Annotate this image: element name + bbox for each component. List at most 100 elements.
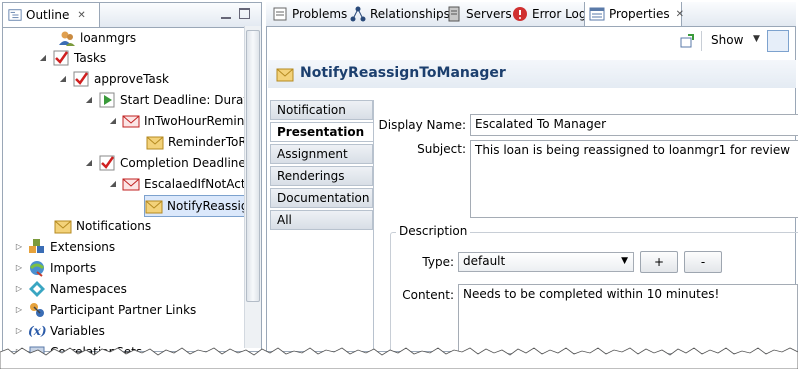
properties-toolbar: Show ▼	[267, 27, 795, 55]
tab-label: Problems	[292, 7, 348, 21]
tasks-icon	[53, 50, 69, 66]
side-tab-renderings[interactable]: Renderings	[270, 166, 373, 186]
tree-label: approveTask	[94, 72, 169, 86]
add-button[interactable]: +	[640, 251, 678, 273]
type-select-value: default	[463, 254, 506, 268]
type-label: Type:	[422, 255, 454, 269]
tab-relationships[interactable]: Relationships	[346, 2, 450, 26]
tree-label: ReminderToR	[168, 135, 247, 149]
tree-item-partner-links[interactable]: ▷ Participant Partner Links	[14, 300, 196, 320]
content-label: Content:	[402, 288, 454, 302]
subject-label: Subject:	[417, 142, 466, 156]
tree-item-loanmgrs[interactable]: loanmgrs	[58, 28, 136, 48]
escalation-icon	[122, 115, 140, 128]
tree-item-intwohourreminder[interactable]: ◢ InTwoHourRemind	[108, 111, 252, 131]
tab-outline-label: Outline	[26, 8, 70, 22]
view-menu-icon[interactable]	[767, 30, 789, 52]
tree-item-tasks[interactable]: ◢ Tasks	[38, 48, 106, 68]
tree-label: Namespaces	[50, 282, 127, 296]
notification-icon	[276, 68, 294, 82]
tree-item-imports[interactable]: ▷ Imports	[14, 258, 96, 278]
tree-label: Participant Partner Links	[50, 303, 197, 317]
show-button[interactable]: Show	[711, 33, 743, 47]
side-tab-divider	[373, 100, 374, 350]
tab-outline[interactable]: Outline ✕	[3, 3, 100, 27]
description-group-title: Description	[396, 224, 471, 238]
relationships-icon	[350, 6, 366, 22]
collapse-icon[interactable]: ◢	[108, 116, 118, 126]
side-tab-all[interactable]: All	[270, 210, 373, 230]
problems-icon	[273, 7, 287, 21]
pin-icon[interactable]	[679, 33, 695, 49]
tree-item-notifyreassign[interactable]: NotifyReassig	[144, 195, 249, 217]
display-name-label: Display Name:	[378, 118, 467, 132]
error-log-icon	[513, 7, 527, 21]
collapse-icon[interactable]: ◢	[84, 158, 94, 168]
tab-label: Error Log	[532, 7, 587, 21]
task-icon	[73, 71, 89, 87]
notification-icon	[54, 220, 72, 234]
subject-input[interactable]: This loan is being reassigned to loanmgr…	[470, 140, 798, 218]
type-select[interactable]: default ▼	[458, 252, 634, 272]
tree-label: Variables	[50, 324, 105, 338]
collapse-icon[interactable]: ◢	[58, 74, 68, 84]
tree-item-approvetask[interactable]: ◢ approveTask	[58, 69, 169, 89]
tree-label: Notifications	[76, 219, 152, 233]
minimize-icon[interactable]	[221, 7, 231, 19]
properties-title: NotifyReassignToManager	[300, 65, 506, 81]
remove-button[interactable]: -	[684, 251, 722, 273]
tab-servers[interactable]: Servers	[442, 2, 512, 26]
tree-label: NotifyReassig	[167, 199, 249, 213]
tree-item-namespaces[interactable]: ▷ Namespaces	[14, 279, 127, 299]
tree-label: Start Deadline: Duratio	[120, 93, 259, 107]
outline-view-icon	[8, 9, 22, 21]
properties-header: NotifyReassignToManager	[268, 60, 796, 88]
tree-item-notifications[interactable]: Notifications	[54, 216, 151, 236]
close-icon[interactable]: ✕	[77, 10, 85, 21]
tab-error-log[interactable]: Error Log	[508, 2, 587, 26]
outline-scrollbar-thumb[interactable]	[246, 30, 260, 302]
collapse-icon[interactable]: ◢	[38, 53, 48, 63]
collapse-icon[interactable]: ◢	[84, 95, 94, 105]
tab-label: Servers	[466, 7, 512, 21]
properties-icon	[589, 7, 605, 21]
expand-icon[interactable]: ▷	[14, 284, 24, 294]
partner-links-icon	[30, 303, 44, 317]
users-icon	[59, 31, 75, 46]
side-tab-notification[interactable]: Notification	[270, 100, 373, 120]
tree-item-remindertor[interactable]: ReminderToR	[146, 132, 247, 152]
tree-item-extensions[interactable]: ▷ Extensions	[14, 237, 115, 257]
tree-item-start-deadline[interactable]: ◢ Start Deadline: Duratio	[84, 90, 259, 110]
close-icon[interactable]: ✕	[676, 9, 684, 20]
tree-label: InTwoHourRemind	[144, 114, 252, 128]
chevron-down-icon[interactable]: ▼	[753, 34, 760, 44]
maximize-icon[interactable]	[239, 8, 250, 19]
collapse-icon[interactable]: ◢	[108, 179, 118, 189]
tree-item-completion-deadline[interactable]: ◢ Completion Deadline:	[84, 153, 250, 173]
notification-icon	[145, 200, 163, 214]
expand-icon[interactable]: ▷	[14, 305, 24, 315]
notification-icon	[146, 136, 164, 150]
side-tab-documentation[interactable]: Documentation	[270, 188, 373, 208]
side-tab-presentation[interactable]: Presentation	[270, 122, 373, 142]
side-tab-assignment[interactable]: Assignment	[270, 144, 373, 164]
tree-item-escalaedifnotacted[interactable]: ◢ EscalaedIfNotActe	[108, 174, 253, 194]
expand-icon[interactable]: ▷	[14, 326, 24, 336]
imports-icon	[29, 261, 45, 277]
chevron-down-icon: ▼	[621, 256, 628, 266]
tab-properties[interactable]: Properties ✕	[584, 2, 684, 26]
completion-deadline-icon	[99, 155, 115, 171]
servers-icon	[448, 6, 460, 22]
tree-label: Tasks	[74, 51, 107, 65]
tree-label: EscalaedIfNotActe	[144, 177, 253, 191]
views-tabbar: Problems Relationships Servers Error Log…	[266, 2, 796, 27]
tab-label: Properties	[609, 7, 670, 21]
torn-edge	[0, 347, 798, 369]
expand-icon[interactable]: ▷	[14, 242, 24, 252]
tree-label: Imports	[50, 261, 97, 275]
namespaces-icon	[29, 281, 45, 297]
outline-tabbar: Outline ✕	[3, 3, 261, 28]
expand-icon[interactable]: ▷	[14, 263, 24, 273]
tab-problems[interactable]: Problems	[268, 2, 347, 26]
display-name-input[interactable]: Escalated To Manager	[470, 114, 798, 136]
